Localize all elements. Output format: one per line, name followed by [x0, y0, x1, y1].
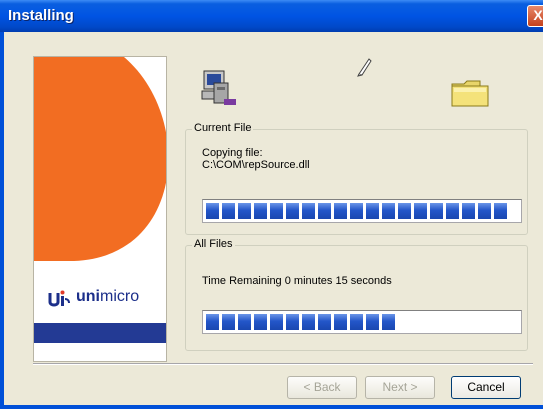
- progress-segment: [398, 203, 411, 219]
- progress-segment: [254, 203, 267, 219]
- progress-segment: [206, 203, 219, 219]
- progress-segment: [494, 203, 507, 219]
- back-button[interactable]: < Back: [287, 376, 357, 399]
- progress-segment: [302, 314, 315, 330]
- current-file-legend: Current File: [192, 122, 254, 134]
- progress-segment: [286, 314, 299, 330]
- progress-segment: [318, 314, 331, 330]
- progress-segment: [446, 203, 459, 219]
- branding-panel: unimicro: [33, 56, 167, 362]
- all-files-legend: All Files: [192, 238, 235, 250]
- progress-segment: [238, 314, 251, 330]
- orange-arc-graphic: [34, 57, 166, 261]
- progress-segment: [414, 203, 427, 219]
- progress-segment: [254, 314, 267, 330]
- window-frame-bottom: [0, 405, 543, 409]
- brand-blue-band: [34, 323, 166, 343]
- current-file-progress-bar: [202, 199, 522, 223]
- title-bar: Installing X: [0, 0, 543, 32]
- progress-segment: [286, 203, 299, 219]
- folder-icon: [451, 80, 489, 107]
- progress-segment: [350, 314, 363, 330]
- current-file-group: Current File Copying file: C:\COM\repSou…: [185, 122, 528, 235]
- cancel-button[interactable]: Cancel: [451, 376, 521, 399]
- brand-name: unimicro: [76, 288, 139, 306]
- computer-install-icon: [201, 70, 236, 105]
- window-frame-left: [0, 32, 4, 409]
- progress-segment: [222, 314, 235, 330]
- brand-name-bold: uni: [76, 288, 100, 305]
- button-separator: [33, 363, 533, 365]
- progress-segment: [270, 314, 283, 330]
- progress-segment: [206, 314, 219, 330]
- time-remaining-label: Time Remaining 0 minutes 15 seconds: [202, 275, 392, 287]
- progress-segment: [222, 203, 235, 219]
- all-files-group: All Files Time Remaining 0 minutes 15 se…: [185, 238, 528, 351]
- unimicro-mark-icon: [48, 290, 70, 307]
- progress-segment: [430, 203, 443, 219]
- progress-segment: [350, 203, 363, 219]
- progress-segment: [318, 203, 331, 219]
- progress-segment: [478, 203, 491, 219]
- progress-segment: [366, 314, 379, 330]
- progress-segment: [334, 203, 347, 219]
- progress-segment: [302, 203, 315, 219]
- copying-file-label: Copying file:: [202, 147, 263, 159]
- progress-segment: [238, 203, 251, 219]
- installer-window: Installing X unimicro Current File Copyi…: [0, 0, 543, 409]
- close-button[interactable]: X: [527, 5, 543, 27]
- progress-segment: [382, 203, 395, 219]
- progress-segment: [382, 314, 395, 330]
- progress-segment: [366, 203, 379, 219]
- brand-name-light: micro: [100, 288, 140, 305]
- all-files-progress-fill: [206, 314, 398, 330]
- next-button[interactable]: Next >: [365, 376, 435, 399]
- paper-transfer-icon: [357, 58, 372, 77]
- progress-segment: [462, 203, 475, 219]
- window-title: Installing: [8, 7, 74, 24]
- progress-segment: [334, 314, 347, 330]
- progress-segment: [270, 203, 283, 219]
- all-files-progress-bar: [202, 310, 522, 334]
- current-file-path: C:\COM\repSource.dll: [202, 159, 310, 171]
- current-file-progress-fill: [206, 203, 510, 219]
